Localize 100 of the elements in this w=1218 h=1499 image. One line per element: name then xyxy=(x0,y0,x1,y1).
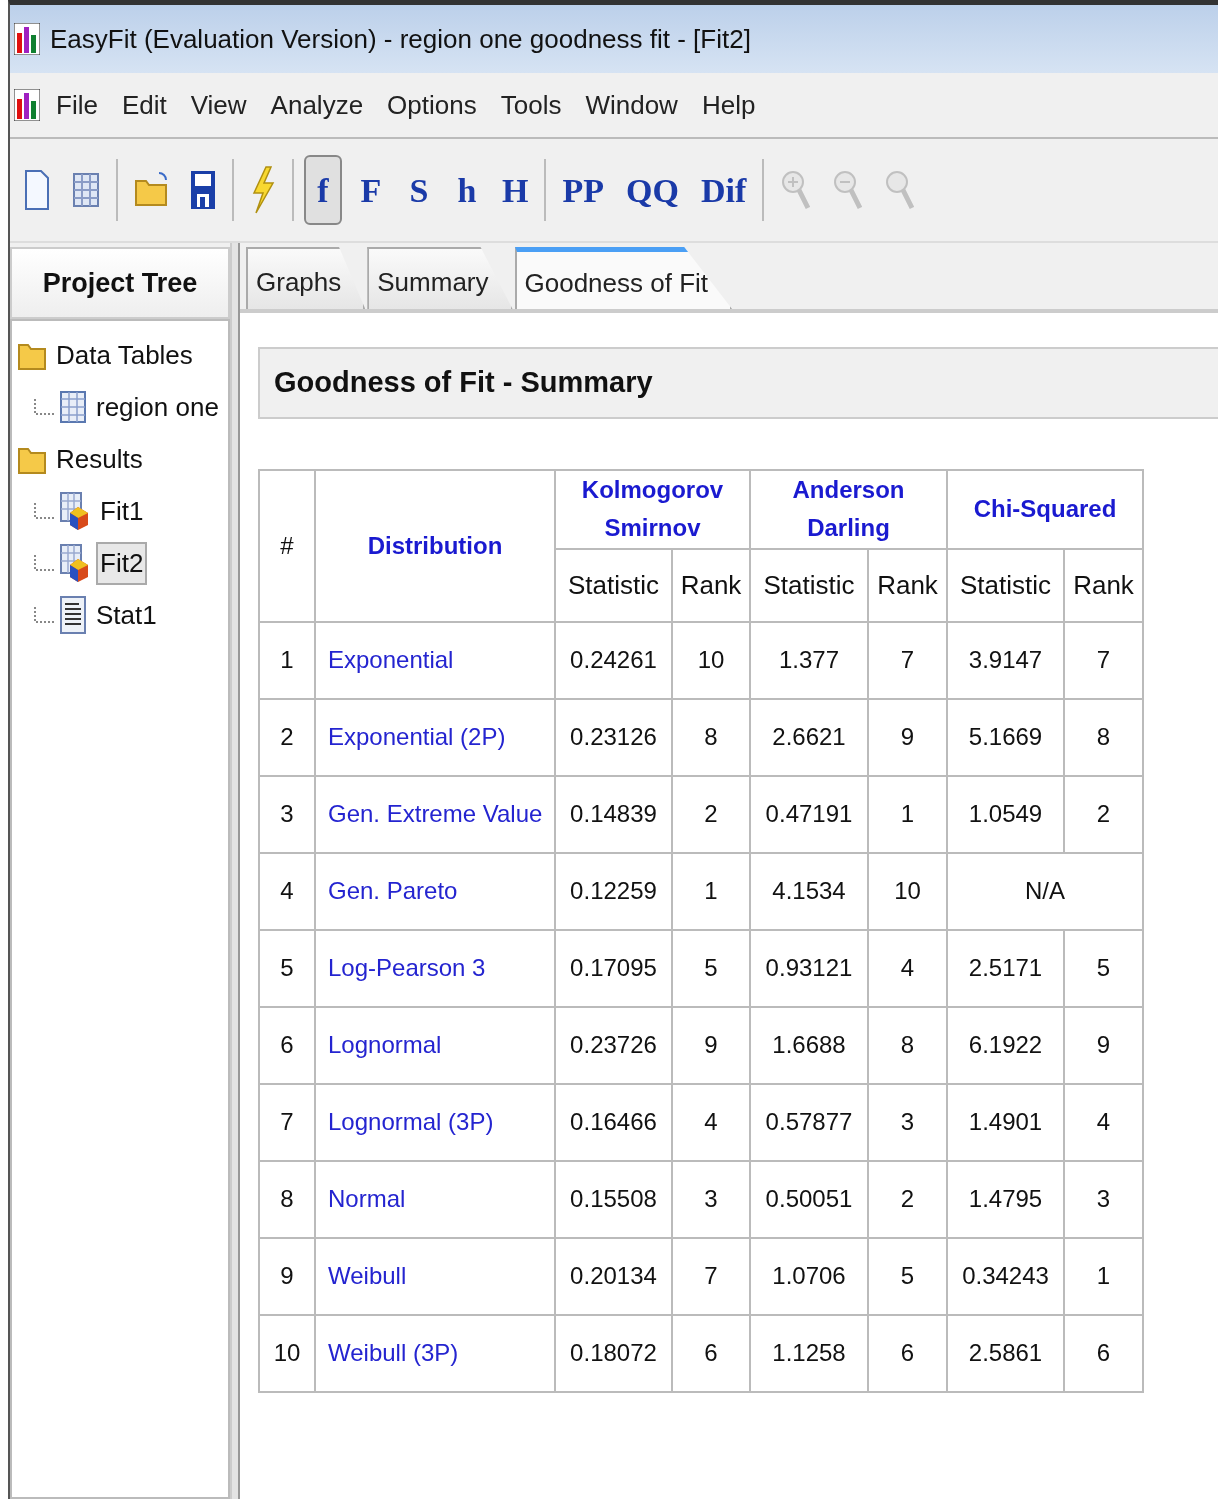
toolbar-button[interactable]: h xyxy=(448,155,486,225)
table-cell: 2 xyxy=(868,1160,947,1238)
table-cell: 8 xyxy=(672,698,750,776)
table-cell: 7 xyxy=(672,1237,750,1315)
toolbar-button[interactable]: S xyxy=(400,155,438,225)
toolbar-button[interactable]: Dif xyxy=(694,155,753,225)
table-cell: 2 xyxy=(672,775,750,853)
column-header: Rank xyxy=(672,548,750,622)
menu-item[interactable]: File xyxy=(48,83,106,127)
table-cell: 4 xyxy=(868,929,947,1007)
lightning-icon[interactable] xyxy=(250,165,276,215)
table-cell: 0.16466 xyxy=(555,1083,672,1161)
table-cell: 5 xyxy=(1064,929,1143,1007)
table-cell: 7 xyxy=(1064,621,1143,699)
menu-item[interactable]: Tools xyxy=(492,83,570,127)
tree-item[interactable]: Results xyxy=(52,437,147,481)
chart-table-icon xyxy=(60,491,90,531)
table-cell: 2 xyxy=(1064,775,1143,853)
table-cell: 0.34243 xyxy=(947,1237,1064,1315)
table-cell: 0.17095 xyxy=(555,929,672,1007)
table-cell: Gen. Extreme Value xyxy=(315,775,555,853)
tree-line xyxy=(34,555,54,571)
tree-item[interactable]: Fit2 xyxy=(96,541,148,585)
table-cell: 6 xyxy=(259,1006,315,1084)
table-cell: 6 xyxy=(868,1314,947,1392)
table-cell: 1.377 xyxy=(750,621,868,699)
table-cell: 4 xyxy=(1064,1083,1143,1161)
toolbar-button[interactable]: f xyxy=(304,155,342,225)
table-cell: 0.24261 xyxy=(555,621,672,699)
table-cell: 4 xyxy=(259,852,315,930)
tree-item[interactable]: Fit1 xyxy=(96,489,148,533)
menu-item[interactable]: Help xyxy=(693,83,764,127)
table-cell: 0.20134 xyxy=(555,1237,672,1315)
table-cell: 5 xyxy=(672,929,750,1007)
table-cell: 5.1669 xyxy=(947,698,1064,776)
table-cell: 5 xyxy=(259,929,315,1007)
toolbar-button[interactable]: H xyxy=(496,155,535,225)
table-cell: Gen. Pareto xyxy=(315,852,555,930)
table-cell: N/A xyxy=(947,852,1143,930)
app-logo-icon xyxy=(14,23,40,55)
table-cell: Exponential (2P) xyxy=(315,698,555,776)
document-icon[interactable] xyxy=(24,169,50,211)
panel-title: Goodness of Fit - Summary xyxy=(258,347,1218,419)
table-cell: 3.9147 xyxy=(947,621,1064,699)
table-cell: Lognormal xyxy=(315,1006,555,1084)
table-cell: 0.23126 xyxy=(555,698,672,776)
table-cell: 0.14839 xyxy=(555,775,672,853)
table-cell: 0.57877 xyxy=(750,1083,868,1161)
toolbar-button[interactable]: F xyxy=(352,155,390,225)
table-cell: 10 xyxy=(868,852,947,930)
folder-icon[interactable] xyxy=(134,171,168,209)
tab[interactable]: Goodness of Fit xyxy=(514,247,733,309)
toolbar-button[interactable]: QQ xyxy=(620,155,685,225)
table-icon[interactable] xyxy=(72,170,100,210)
column-header: Rank xyxy=(1064,548,1143,622)
table-cell: 0.18072 xyxy=(555,1314,672,1392)
table-cell: 0.23726 xyxy=(555,1006,672,1084)
table-cell: 1.4795 xyxy=(947,1160,1064,1238)
table-cell: 7 xyxy=(868,621,947,699)
table-cell: 0.50051 xyxy=(750,1160,868,1238)
table-cell: 4.1534 xyxy=(750,852,868,930)
table-cell: 8 xyxy=(1064,698,1143,776)
tree-line xyxy=(34,503,54,519)
table-cell: 1.4901 xyxy=(947,1083,1064,1161)
tree-line xyxy=(34,399,54,415)
table-cell: 0.12259 xyxy=(555,852,672,930)
tab[interactable]: Graphs xyxy=(246,247,366,309)
chart-table-icon xyxy=(60,543,90,583)
splitter[interactable] xyxy=(230,243,240,1499)
column-header: Statistic xyxy=(555,548,672,622)
tab[interactable]: Summary xyxy=(367,247,513,309)
column-header: Distribution xyxy=(315,470,555,622)
menu-item[interactable]: Window xyxy=(577,83,686,127)
menu-item[interactable]: Edit xyxy=(113,83,175,127)
column-header: # xyxy=(259,470,315,622)
table-cell: 2 xyxy=(259,698,315,776)
toolbar-button[interactable]: PP xyxy=(556,155,610,225)
table-cell: 5 xyxy=(868,1237,947,1315)
table-cell: 2.5861 xyxy=(947,1314,1064,1392)
column-header: Statistic xyxy=(947,548,1064,622)
table-cell: 0.15508 xyxy=(555,1160,672,1238)
table-icon xyxy=(60,390,86,424)
menu-item[interactable]: Options xyxy=(379,83,485,127)
tree-item[interactable]: Data Tables xyxy=(52,333,197,377)
tree-item[interactable]: Stat1 xyxy=(92,593,161,637)
table-cell: 1 xyxy=(868,775,947,853)
table-cell: 3 xyxy=(868,1083,947,1161)
table-cell: Weibull (3P) xyxy=(315,1314,555,1392)
menu-item[interactable]: Analyze xyxy=(262,83,372,127)
table-cell: Normal xyxy=(315,1160,555,1238)
column-header: Statistic xyxy=(750,548,868,622)
app-logo-icon xyxy=(14,89,40,121)
table-cell: 3 xyxy=(672,1160,750,1238)
table-cell: 9 xyxy=(1064,1006,1143,1084)
menu-item[interactable]: View xyxy=(182,83,255,127)
tree-item[interactable]: region one xyxy=(92,385,223,429)
table-cell: 7 xyxy=(259,1083,315,1161)
table-cell: 0.93121 xyxy=(750,929,868,1007)
table-cell: 8 xyxy=(259,1160,315,1238)
report-icon xyxy=(60,595,86,635)
